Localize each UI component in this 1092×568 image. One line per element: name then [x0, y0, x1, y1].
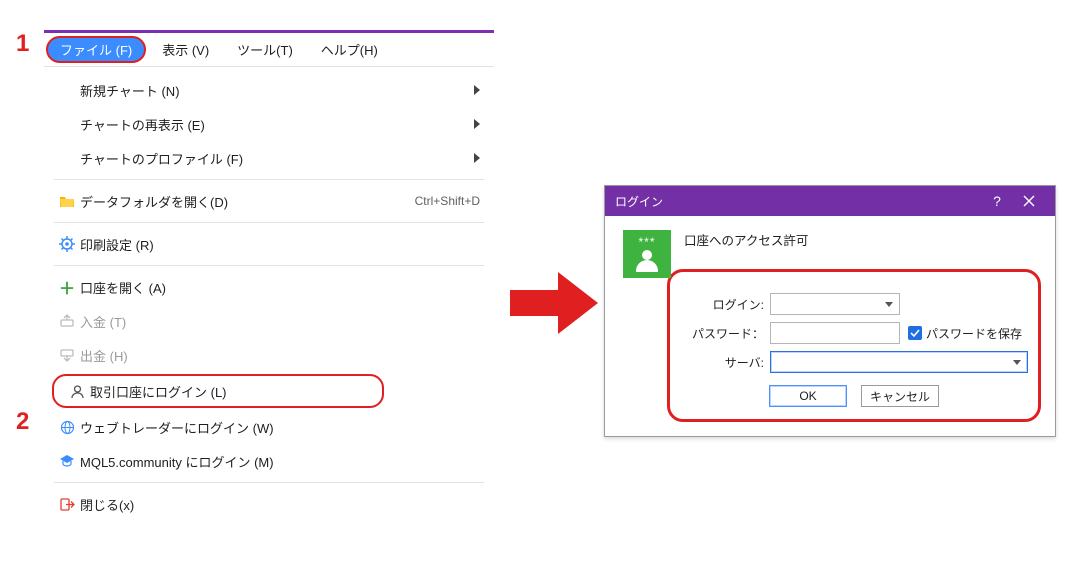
file-dropdown: 新規チャート (N) チャートの再表示 (E) チャートのプロファイル (F) … — [44, 67, 494, 527]
menu-withdraw[interactable]: 出金 (H) — [44, 338, 494, 372]
gear-icon — [54, 236, 80, 252]
menu-chart-profile-label: チャートのプロファイル (F) — [80, 149, 474, 168]
menu-login-web[interactable]: ウェブトレーダーにログイン (W) — [44, 410, 494, 444]
menu-reshow-chart-label: チャートの再表示 (E) — [80, 115, 474, 134]
withdraw-icon — [54, 348, 80, 362]
menu-window: ファイル (F) 表示 (V) ツール(T) ヘルプ(H) 新規チャート (N)… — [44, 30, 494, 527]
menu-deposit[interactable]: 入金 (T) — [44, 304, 494, 338]
menu-chart-profile[interactable]: チャートのプロファイル (F) — [44, 141, 494, 175]
person-icon — [64, 384, 90, 399]
folder-icon — [54, 194, 80, 208]
menu-login-mql5-label: MQL5.community にログイン (M) — [80, 452, 480, 471]
submenu-caret-icon — [474, 153, 480, 163]
menu-separator — [54, 222, 484, 223]
menu-open-datafolder[interactable]: データフォルダを開く(D) Ctrl+Shift+D — [44, 184, 494, 218]
server-label: サーバ: — [680, 354, 770, 371]
login-combobox[interactable] — [770, 293, 900, 315]
dialog-body: *** 口座へのアクセス許可 ログイン: パスワード： パスワードを保存 — [605, 216, 1055, 436]
globe-icon — [54, 420, 80, 435]
step-marker-2: 2 — [16, 408, 29, 436]
menu-separator — [54, 265, 484, 266]
login-form: ログイン: パスワード： パスワードを保存 サーバ: OK キャン — [667, 269, 1041, 422]
deposit-icon — [54, 314, 80, 328]
close-button[interactable] — [1013, 186, 1045, 216]
menu-new-chart-label: 新規チャート (N) — [80, 81, 474, 100]
plus-icon: ＋ — [54, 275, 80, 299]
avatar-icon: *** — [623, 230, 671, 278]
menu-open-account[interactable]: ＋ 口座を開く (A) — [44, 270, 494, 304]
menu-login-trade[interactable]: 取引口座にログイン (L) — [52, 374, 384, 408]
menu-open-datafolder-label: データフォルダを開く(D) — [80, 192, 415, 211]
submenu-caret-icon — [474, 119, 480, 129]
password-label: パスワード： — [680, 325, 770, 342]
cancel-button[interactable]: キャンセル — [861, 385, 939, 407]
submenu-caret-icon — [474, 85, 480, 95]
login-label: ログイン: — [680, 296, 770, 313]
password-input[interactable] — [770, 322, 900, 344]
access-permission-label: 口座へのアクセス許可 — [684, 230, 1041, 249]
dialog-titlebar: ログイン ? — [605, 186, 1055, 216]
menu-open-account-label: 口座を開く (A) — [80, 278, 480, 297]
server-combobox[interactable] — [770, 351, 1028, 373]
checkbox-checked-icon — [908, 326, 922, 340]
save-password-checkbox[interactable]: パスワードを保存 — [908, 325, 1022, 342]
menubar-help[interactable]: ヘルプ(H) — [307, 33, 392, 66]
menu-new-chart[interactable]: 新規チャート (N) — [44, 73, 494, 107]
ok-button[interactable]: OK — [769, 385, 847, 407]
menu-withdraw-label: 出金 (H) — [80, 346, 480, 365]
save-password-label: パスワードを保存 — [926, 325, 1022, 342]
menu-print-setup-label: 印刷設定 (R) — [80, 235, 480, 254]
menubar: ファイル (F) 表示 (V) ツール(T) ヘルプ(H) — [44, 33, 494, 67]
menu-login-trade-label: 取引口座にログイン (L) — [90, 382, 368, 401]
menubar-tools[interactable]: ツール(T) — [223, 33, 307, 66]
menu-open-datafolder-shortcut: Ctrl+Shift+D — [415, 194, 480, 208]
menu-login-web-label: ウェブトレーダーにログイン (W) — [80, 418, 480, 437]
menubar-file[interactable]: ファイル (F) — [46, 36, 146, 63]
dialog-title: ログイン — [615, 193, 981, 210]
step-marker-1: 1 — [16, 30, 29, 58]
menubar-view[interactable]: 表示 (V) — [148, 33, 223, 66]
graduation-icon — [54, 454, 80, 468]
menu-deposit-label: 入金 (T) — [80, 312, 480, 331]
login-dialog: ログイン ? *** 口座へのアクセス許可 ログイン: パスワード： — [604, 185, 1056, 437]
arrow-icon — [510, 270, 598, 339]
menu-login-mql5[interactable]: MQL5.community にログイン (M) — [44, 444, 494, 478]
menu-separator — [54, 179, 484, 180]
menu-separator — [54, 482, 484, 483]
help-button[interactable]: ? — [981, 186, 1013, 216]
menu-close-label: 閉じる(x) — [80, 495, 480, 514]
menu-reshow-chart[interactable]: チャートの再表示 (E) — [44, 107, 494, 141]
menu-close[interactable]: 閉じる(x) — [44, 487, 494, 521]
menu-print-setup[interactable]: 印刷設定 (R) — [44, 227, 494, 261]
exit-icon — [54, 497, 80, 512]
